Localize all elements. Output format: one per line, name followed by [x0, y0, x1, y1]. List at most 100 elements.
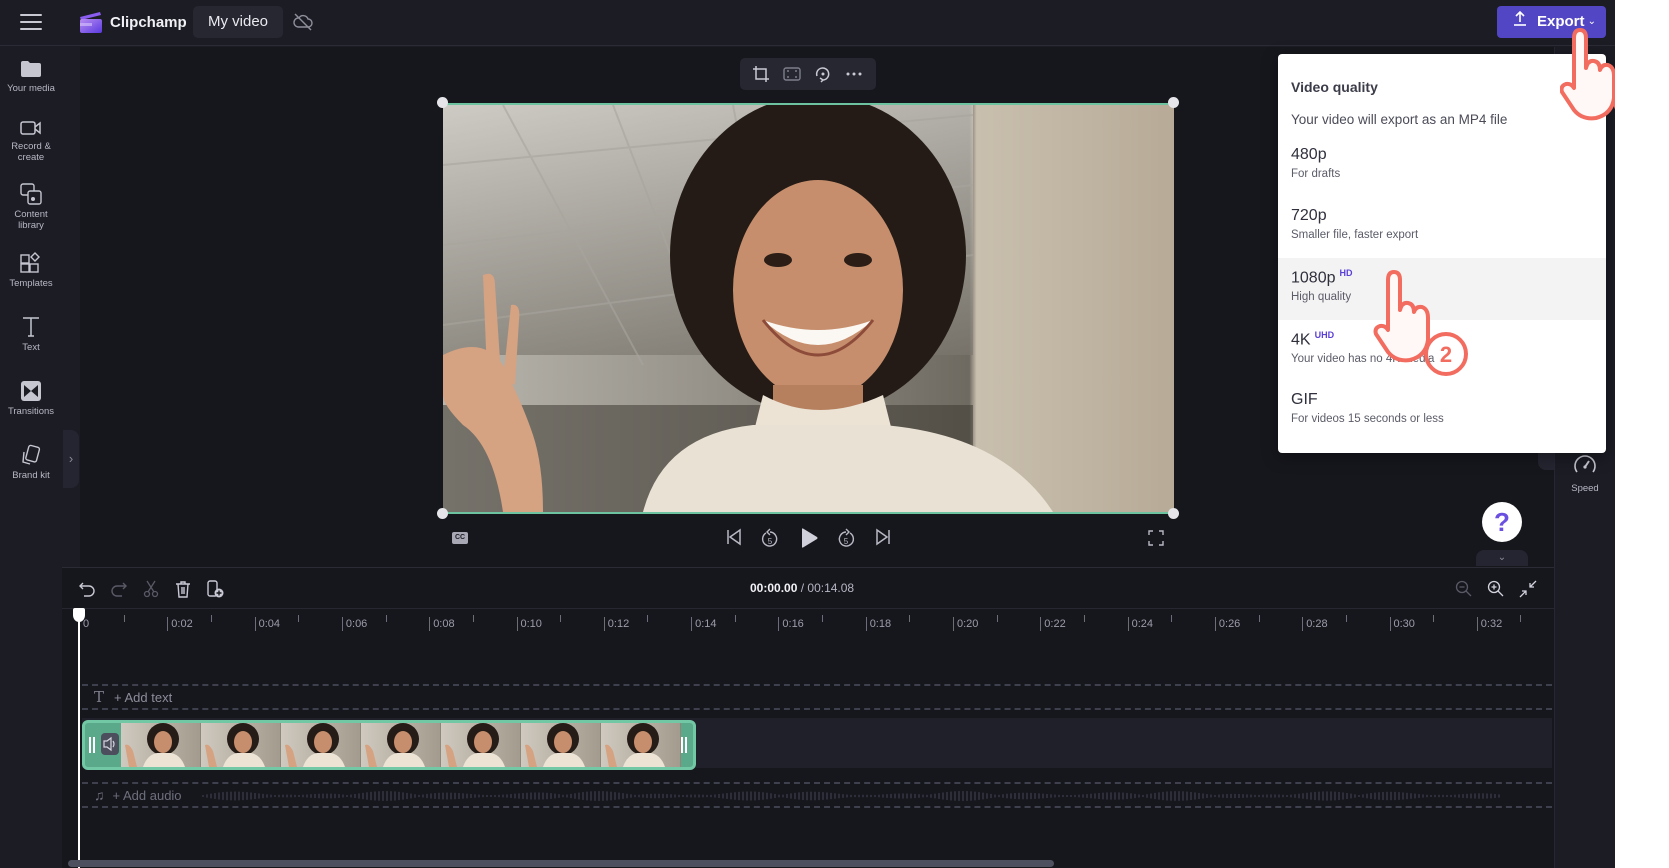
video-preview[interactable] [443, 103, 1174, 514]
top-bar: Clipchamp My video Export ⌄ [0, 0, 1615, 46]
quality-option-480p[interactable]: 480p For drafts [1278, 136, 1606, 198]
resize-handle[interactable] [1168, 97, 1179, 108]
video-clip[interactable] [82, 720, 696, 770]
templates-icon [20, 252, 40, 273]
ruler-minor-tick [1083, 615, 1085, 622]
ruler-label: 0:02 [167, 617, 193, 631]
ruler-minor-tick [1171, 615, 1173, 622]
add-text-track[interactable]: T + Add text [82, 684, 1552, 710]
chevron-down-icon[interactable]: ⌄ [1476, 550, 1528, 566]
redo-icon[interactable] [110, 580, 128, 598]
volume-icon[interactable] [101, 733, 119, 755]
add-text-label: + Add text [114, 690, 173, 705]
clip-thumbnail [361, 723, 441, 767]
cloud-off-icon[interactable] [293, 13, 313, 31]
clip-thumbnail [441, 723, 521, 767]
sidebar-item-text[interactable]: Text [0, 316, 62, 353]
crop-icon[interactable] [752, 65, 770, 83]
sidebar-label: Content library [14, 209, 48, 231]
sidebar-item-brand-kit[interactable]: Brand kit [0, 444, 62, 481]
help-button[interactable]: ? [1482, 502, 1522, 542]
clipchamp-logo-icon [80, 12, 102, 33]
resize-handle[interactable] [1168, 508, 1179, 519]
fit-timeline-icon[interactable] [1519, 580, 1537, 598]
total-time: 00:14.08 [807, 581, 855, 595]
quality-option-1080p[interactable]: 1080p HD High quality [1278, 258, 1606, 320]
clip-thumbnails [121, 723, 681, 767]
ruler-minor-tick [647, 615, 649, 622]
ruler-minor-tick [1345, 615, 1347, 622]
chevron-down-icon: ⌄ [1587, 16, 1596, 27]
resize-handle[interactable] [437, 97, 448, 108]
ruler-minor-tick [1258, 615, 1260, 622]
play-icon[interactable] [799, 527, 819, 549]
canvas-toolbar [740, 58, 876, 90]
quality-description: High quality [1291, 291, 1352, 304]
hd-badge: HD [1339, 268, 1353, 278]
forward-5-icon[interactable]: 5 [836, 527, 856, 549]
quality-option-720p[interactable]: 720p Smaller file, faster export [1278, 197, 1606, 259]
expand-sidebar-button[interactable]: › [63, 430, 79, 488]
quality-label: 480p [1291, 146, 1327, 163]
resize-handle[interactable] [437, 508, 448, 519]
rewind-seconds: 5 [768, 537, 773, 546]
quality-option-gif[interactable]: GIF For videos 15 seconds or less [1278, 381, 1606, 443]
folder-icon [21, 61, 41, 77]
timeline-toolbar: 00:00.00 / 00:14.08 [62, 568, 1554, 608]
quality-description: Smaller file, faster export [1291, 229, 1419, 241]
text-track-icon: T [94, 688, 105, 706]
clipchamp-app: Clipchamp My video Export ⌄ Your media R… [0, 0, 1615, 868]
split-icon[interactable] [142, 580, 160, 598]
more-icon[interactable] [845, 65, 863, 83]
rewind-5-icon[interactable]: 5 [760, 527, 780, 549]
playhead-handle[interactable] [73, 608, 85, 622]
quality-option-4k[interactable]: 4K UHD Your video has no 4K media [1278, 320, 1606, 382]
sidebar-item-your-media[interactable]: Your media [0, 59, 62, 94]
captions-button[interactable]: CC [452, 532, 468, 544]
zoom-out-icon[interactable] [1455, 580, 1473, 598]
skip-to-end-icon[interactable] [874, 527, 892, 547]
playhead[interactable] [78, 610, 80, 868]
ruler-minor-tick [734, 615, 736, 622]
sidebar: Your media Record & create Content libra… [0, 47, 62, 868]
rotate-icon[interactable] [814, 65, 832, 83]
sidebar-item-transitions[interactable]: Transitions [0, 380, 62, 417]
sidebar-item-record-create[interactable]: Record & create [0, 119, 62, 163]
add-to-timeline-icon[interactable] [206, 580, 224, 598]
quality-description: Your video has no 4K media [1291, 353, 1435, 366]
menu-icon[interactable] [20, 14, 42, 32]
fullscreen-icon[interactable] [1148, 530, 1164, 546]
ruler-minor-tick [123, 615, 125, 622]
speedometer-icon [1574, 455, 1596, 473]
quality-label: 720p [1291, 207, 1327, 224]
dropdown-title: Video quality [1291, 79, 1378, 95]
ruler-minor-tick [822, 615, 824, 622]
zoom-in-icon[interactable] [1487, 580, 1505, 598]
project-name-field[interactable]: My video [193, 6, 284, 38]
skip-to-start-icon[interactable] [725, 527, 743, 547]
delete-icon[interactable] [174, 580, 192, 598]
ruler-label: 0:22 [1040, 617, 1066, 631]
timeline-scrollbar[interactable] [68, 860, 1054, 867]
timeline: 00:00.00 / 00:14.08 0 0:02 0:04 0:06 0:08 0:1… [62, 567, 1554, 868]
ruler-label: 0:32 [1476, 617, 1502, 631]
timeline-ruler[interactable]: 0 0:02 0:04 0:06 0:08 0:10 0:12 0:14 0:16 0:18 0:2… [62, 608, 1554, 636]
dropdown-subtitle: Your video will export as an MP4 file [1291, 112, 1508, 127]
ruler-minor-tick [210, 615, 212, 622]
forward-seconds: 5 [844, 537, 849, 546]
undo-icon[interactable] [78, 580, 96, 598]
quality-label: 4K [1291, 331, 1311, 349]
sidebar-item-templates[interactable]: Templates [0, 252, 62, 289]
fit-icon[interactable] [783, 65, 801, 83]
audio-waveform-placeholder [202, 791, 1500, 801]
sidebar-item-content-library[interactable]: Content library [0, 183, 62, 231]
clip-trim-handle-right[interactable] [681, 737, 687, 753]
export-button[interactable]: Export ⌄ [1497, 6, 1606, 38]
camera-icon [20, 121, 41, 135]
speed-button[interactable]: Speed [1555, 454, 1615, 494]
sidebar-label: Templates [9, 278, 53, 289]
add-audio-track[interactable]: ♫ + Add audio [82, 782, 1552, 808]
clip-trim-handle-left[interactable] [89, 737, 95, 753]
clip-thumbnail [201, 723, 281, 767]
sidebar-label: Transitions [7, 406, 55, 417]
